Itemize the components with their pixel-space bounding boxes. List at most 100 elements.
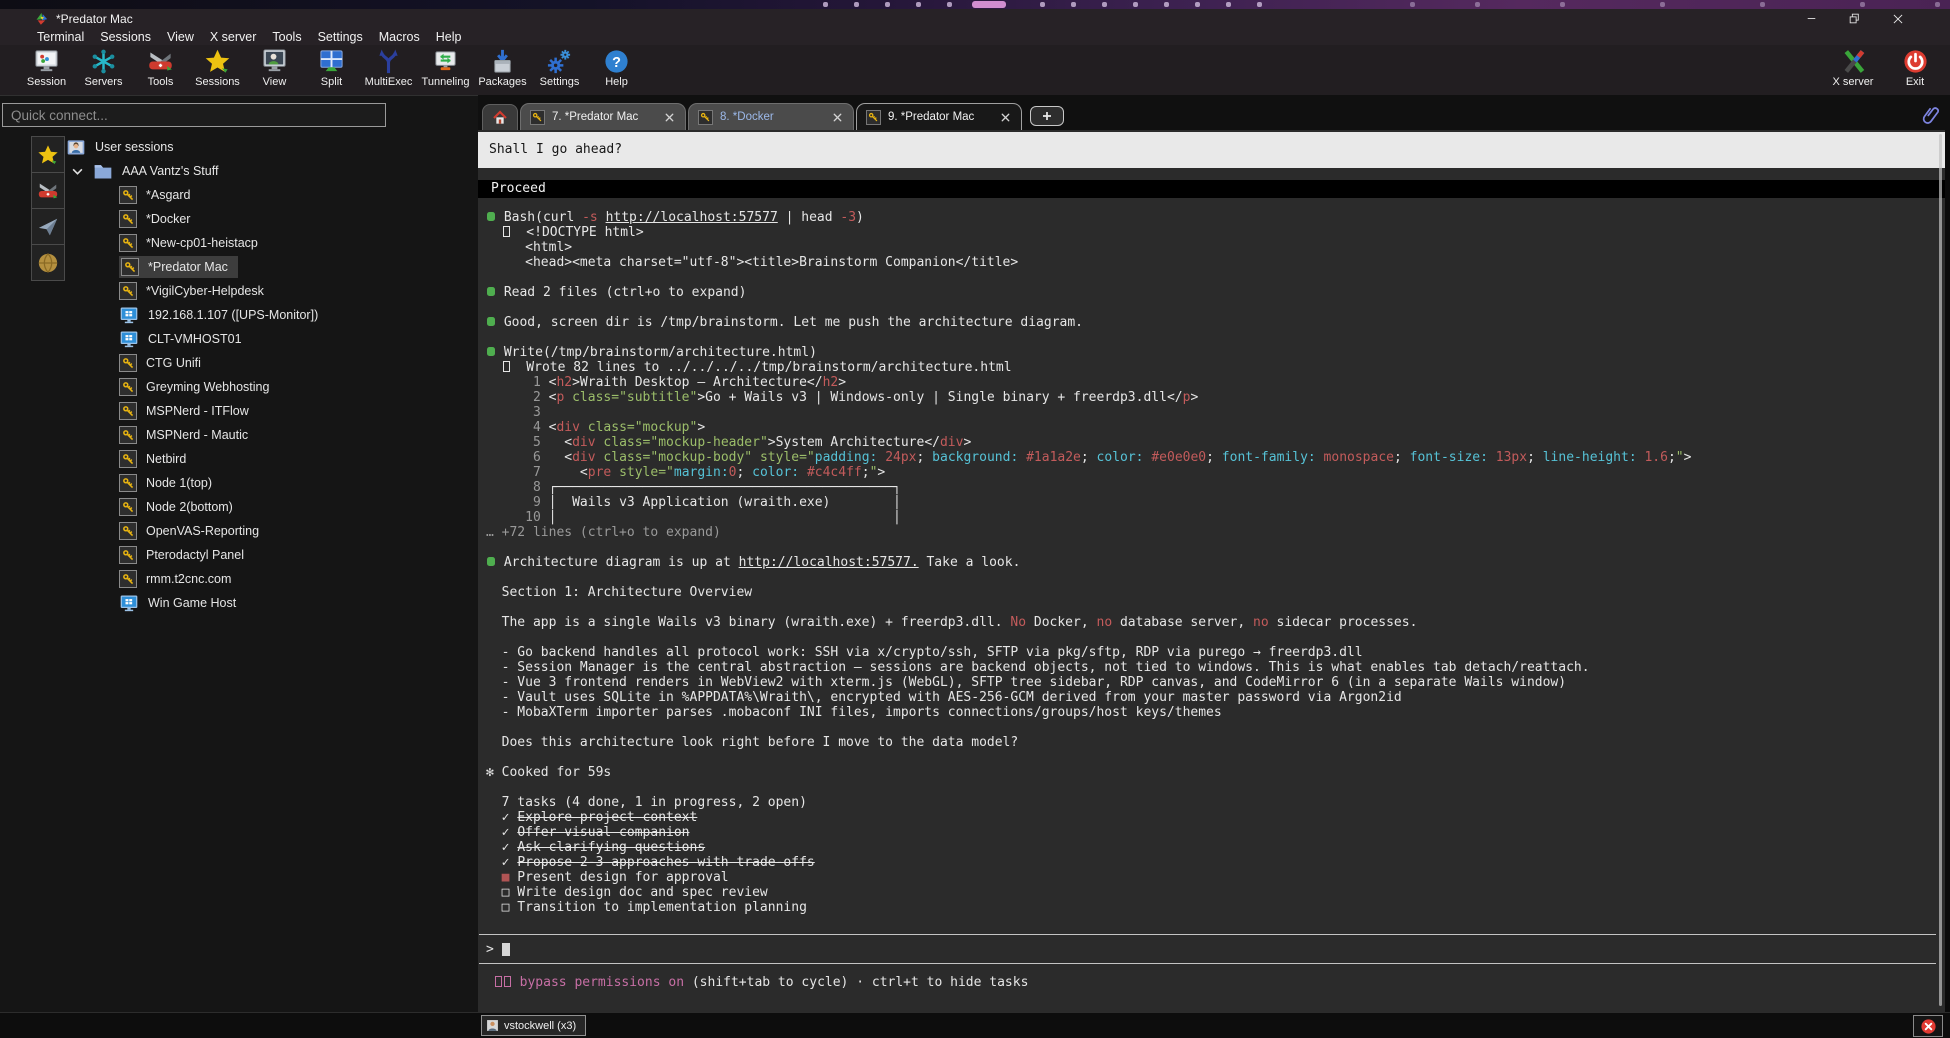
chevron-down-icon[interactable] [70,164,85,179]
background-strip-dot [1164,2,1169,7]
tree-session-rmm-t2cnc-com[interactable]: rmm.t2cnc.com [0,567,478,591]
toolbar-button-label: Exit [1906,76,1924,88]
menu-item-settings[interactable]: Settings [310,30,371,44]
close-button[interactable] [1876,9,1919,28]
terminal-line: 6 <div class="mockup-body" style="paddin… [486,450,1937,465]
menu-item-help[interactable]: Help [428,30,470,44]
tree-session-clt-vmhost01[interactable]: CLT-VMHOST01 [0,327,478,351]
tree-group-aaa-vantz-s-stuff[interactable]: AAA Vantz's Stuff [0,159,478,183]
close-session-button[interactable] [1913,1015,1943,1037]
background-strip-dot [1410,2,1415,7]
terminal-line [486,720,1937,735]
menu-item-macros[interactable]: Macros [371,30,428,44]
tree-session-asgard[interactable]: *Asgard [0,183,478,207]
toolbar-button-label: MultiExec [365,76,413,88]
toolbar-button-packages[interactable]: Packages [474,45,531,93]
toolbar-button-x-server[interactable]: X server [1822,45,1884,93]
terminal-line: ✓ Offer visual companion [486,825,1937,840]
assistant-bullet-icon [487,317,495,326]
toolbar-button-multiexec[interactable]: MultiExec [360,45,417,93]
tree-session-greyming-webhosting[interactable]: Greyming Webhosting [0,375,478,399]
status-bar: vstockwell (x3) [0,1012,1950,1038]
toolbar-button-view[interactable]: View [246,45,303,93]
terminal-line: □ Transition to implementation planning [486,900,1937,915]
permission-menu-selected-option[interactable]: Proceed [478,180,1945,198]
tree-session-win-game-host[interactable]: Win Game Host [0,591,478,615]
tree-session-ctg-unifi[interactable]: CTG Unifi [0,351,478,375]
new-tab-button[interactable] [1030,106,1064,126]
terminal-line: - Vault uses SQLite in %APPDATA%\Wraith\… [486,690,1937,705]
tree-item-label: CTG Unifi [146,356,201,370]
tab-close-icon[interactable] [831,111,844,124]
tree-session-node-1-top[interactable]: Node 1(top) [0,471,478,495]
tree-session-node-2-bottom[interactable]: Node 2(bottom) [0,495,478,519]
tree-session-vigilcyber-helpdesk[interactable]: *VigilCyber-Helpdesk [0,279,478,303]
key-icon [121,258,139,276]
menu-item-view[interactable]: View [159,30,202,44]
tree-item-label: 192.168.1.107 ([UPS-Monitor]) [148,308,318,322]
view-icon [261,48,288,75]
tab-9-predator-mac[interactable]: 9. *Predator Mac [856,103,1022,130]
toolbar-button-tools[interactable]: Tools [132,45,189,93]
toolbar-button-exit[interactable]: Exit [1884,45,1946,93]
terminal-line: 4 <div class="mockup"> [486,420,1937,435]
terminal-line: 7 tasks (4 done, 1 in progress, 2 open) [486,795,1937,810]
tree-item-label: *Predator Mac [148,260,228,274]
person-icon [486,1019,499,1032]
tree-session-192-168-1-107-ups-monitor[interactable]: 192.168.1.107 ([UPS-Monitor]) [0,303,478,327]
knife-icon [147,48,174,75]
prompt-input-box[interactable]: > [479,934,1936,964]
toolbar-button-tunneling[interactable]: Tunneling [417,45,474,93]
menu-item-terminal[interactable]: Terminal [29,30,92,44]
tab-7-predator-mac[interactable]: 7. *Predator Mac [520,103,686,130]
tree-session-netbird[interactable]: Netbird [0,447,478,471]
tree-root-user-sessions[interactable]: User sessions [0,135,478,159]
menu-item-tools[interactable]: Tools [264,30,309,44]
toolbar-button-session[interactable]: Session [18,45,75,93]
settings-icon [546,48,573,75]
tree-session-openvas-reporting[interactable]: OpenVAS-Reporting [0,519,478,543]
key-icon [119,210,137,228]
tree-session-predator-mac[interactable]: *Predator Mac [0,255,478,279]
missing-glyph-box [503,361,510,372]
terminal-line: ✓ Ask clarifying questions [486,840,1937,855]
toolbar-button-sessions[interactable]: Sessions [189,45,246,93]
tree-session-mspnerd-itflow[interactable]: MSPNerd - ITFlow [0,399,478,423]
rdp-monitor-icon [119,329,139,349]
key-icon [119,546,137,564]
terminal-line: Architecture diagram is up at http://loc… [486,555,1937,570]
tree-item-label: Node 2(bottom) [146,500,233,514]
tab-8-docker[interactable]: 8. *Docker [688,103,854,130]
key-icon [119,474,137,492]
tab-close-icon[interactable] [663,111,676,124]
toolbar-button-split[interactable]: Split [303,45,360,93]
home-tab[interactable] [482,104,518,130]
terminal-pane[interactable]: Shall I go ahead? Proceed Bash(curl -s h… [478,130,1945,1012]
menu-item-sessions[interactable]: Sessions [92,30,159,44]
tree-item-label: Win Game Host [148,596,236,610]
terminal-scrollbar[interactable] [1939,134,1942,1006]
toolbar-button-servers[interactable]: Servers [75,45,132,93]
tree-session-mspnerd-mautic[interactable]: MSPNerd - Mautic [0,423,478,447]
terminal-line: 5 <div class="mockup-header">System Arch… [486,435,1937,450]
tree-item-label: *Docker [146,212,190,226]
toolbar-button-help[interactable]: ?Help [588,45,645,93]
toolbar-button-settings[interactable]: Settings [531,45,588,93]
tree-session-docker[interactable]: *Docker [0,207,478,231]
tree-session-new-cp01-heistacp[interactable]: *New-cp01-heistacp [0,231,478,255]
attachments-paperclip-icon[interactable] [1922,105,1942,125]
terminal-line: - Go backend handles all protocol work: … [486,645,1937,660]
tree-item-label: MSPNerd - ITFlow [146,404,249,418]
tree-session-pterodactyl-panel[interactable]: Pterodactyl Panel [0,543,478,567]
menu-item-x-server[interactable]: X server [202,30,265,44]
terminal-line: ✓ Explore project context [486,810,1937,825]
tab-close-icon[interactable] [999,111,1012,124]
background-strip-dot [916,2,921,7]
quick-connect-input[interactable] [2,103,386,127]
minimize-button[interactable] [1790,9,1833,28]
tree-item-label: Greyming Webhosting [146,380,269,394]
restore-button[interactable] [1833,9,1876,28]
tree-item-label: Pterodactyl Panel [146,548,244,562]
toolbar-right-buttons: X server Exit [1822,45,1946,93]
user-session-button[interactable]: vstockwell (x3) [481,1015,586,1036]
